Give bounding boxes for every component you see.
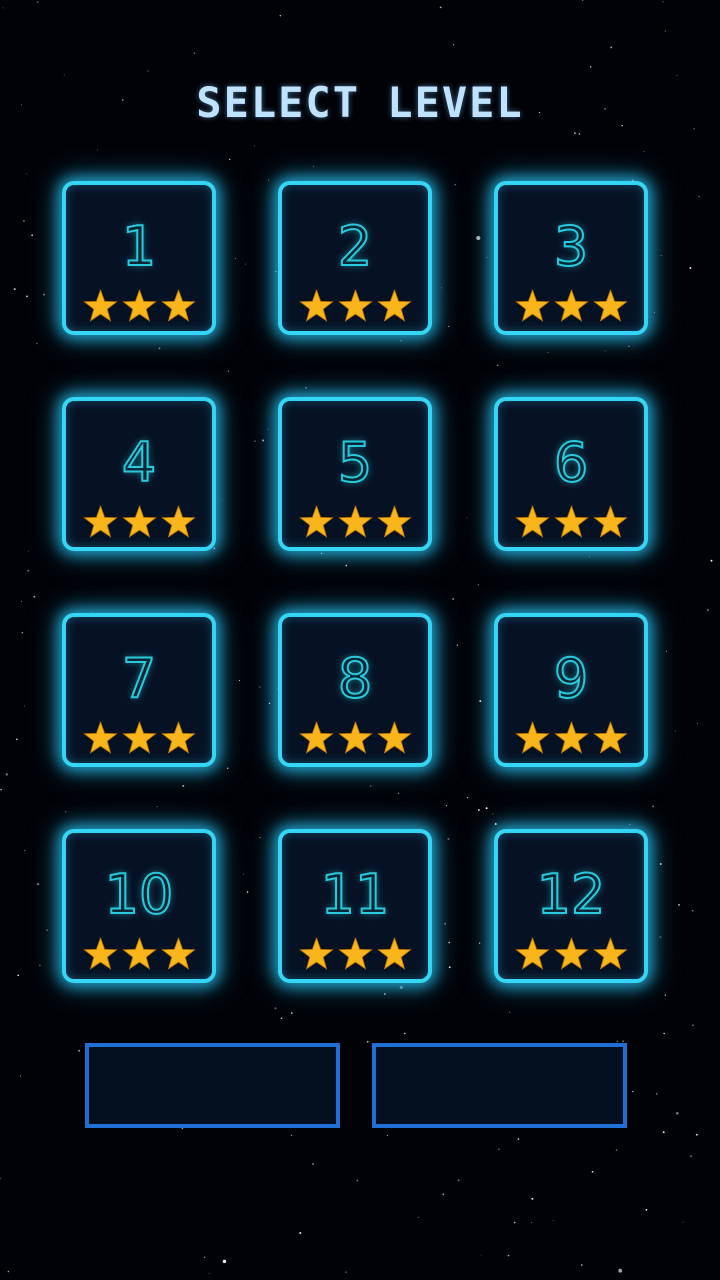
- star-filled-icon: [82, 937, 118, 970]
- star-filled-icon: [121, 937, 157, 970]
- star-filled-icon: [592, 289, 628, 322]
- star-filled-icon: [514, 721, 550, 754]
- level-tile-8[interactable]: 8: [278, 613, 432, 767]
- level-tile-2[interactable]: 2: [278, 181, 432, 335]
- level-tile-10[interactable]: 10: [62, 829, 216, 983]
- star-filled-icon: [553, 721, 589, 754]
- star-filled-icon: [553, 289, 589, 322]
- star-filled-icon: [337, 721, 373, 754]
- level-tile-3[interactable]: 3: [494, 181, 648, 335]
- level-tile-9[interactable]: 9: [494, 613, 648, 767]
- page-title: SELECT LEVEL: [196, 78, 524, 127]
- star-filled-icon: [337, 289, 373, 322]
- level-number: 1: [121, 214, 157, 279]
- star-filled-icon: [82, 721, 118, 754]
- level-tile-12[interactable]: 12: [494, 829, 648, 983]
- star-rating: [282, 505, 428, 538]
- level-number: 7: [121, 646, 157, 711]
- star-filled-icon: [121, 289, 157, 322]
- level-number: 12: [536, 862, 607, 927]
- level-tile-11[interactable]: 11: [278, 829, 432, 983]
- star-filled-icon: [160, 937, 196, 970]
- level-tile-4[interactable]: 4: [62, 397, 216, 551]
- star-filled-icon: [121, 505, 157, 538]
- level-number: 3: [553, 214, 589, 279]
- star-filled-icon: [514, 289, 550, 322]
- star-filled-icon: [592, 721, 628, 754]
- star-rating: [282, 937, 428, 970]
- star-filled-icon: [121, 721, 157, 754]
- star-rating: [66, 721, 212, 754]
- level-number: 8: [337, 646, 373, 711]
- level-grid: 1 2 3 4 5 6 7 8 9 10 11 12: [62, 181, 649, 983]
- level-number: 6: [553, 430, 589, 495]
- star-rating: [66, 937, 212, 970]
- star-rating: [498, 937, 644, 970]
- level-number: 4: [121, 430, 157, 495]
- star-filled-icon: [337, 505, 373, 538]
- level-number: 2: [337, 214, 373, 279]
- star-filled-icon: [376, 721, 412, 754]
- level-tile-7[interactable]: 7: [62, 613, 216, 767]
- star-rating: [282, 289, 428, 322]
- star-filled-icon: [82, 289, 118, 322]
- star-rating: [498, 289, 644, 322]
- star-filled-icon: [376, 289, 412, 322]
- right-button[interactable]: [372, 1043, 627, 1128]
- star-filled-icon: [298, 505, 334, 538]
- star-filled-icon: [592, 937, 628, 970]
- star-filled-icon: [592, 505, 628, 538]
- star-filled-icon: [298, 289, 334, 322]
- star-filled-icon: [514, 937, 550, 970]
- star-filled-icon: [82, 505, 118, 538]
- star-rating: [498, 505, 644, 538]
- star-rating: [66, 505, 212, 538]
- star-filled-icon: [298, 721, 334, 754]
- level-number: 11: [320, 862, 391, 927]
- left-button[interactable]: [85, 1043, 340, 1128]
- star-filled-icon: [337, 937, 373, 970]
- level-tile-5[interactable]: 5: [278, 397, 432, 551]
- level-number: 5: [337, 430, 373, 495]
- star-rating: [66, 289, 212, 322]
- star-filled-icon: [298, 937, 334, 970]
- star-filled-icon: [376, 937, 412, 970]
- star-filled-icon: [160, 289, 196, 322]
- star-filled-icon: [553, 937, 589, 970]
- level-tile-1[interactable]: 1: [62, 181, 216, 335]
- star-filled-icon: [160, 721, 196, 754]
- level-number: 9: [553, 646, 589, 711]
- star-filled-icon: [376, 505, 412, 538]
- star-rating: [498, 721, 644, 754]
- star-filled-icon: [553, 505, 589, 538]
- star-filled-icon: [160, 505, 196, 538]
- star-filled-icon: [514, 505, 550, 538]
- star-rating: [282, 721, 428, 754]
- level-number: 10: [104, 862, 175, 927]
- level-tile-6[interactable]: 6: [494, 397, 648, 551]
